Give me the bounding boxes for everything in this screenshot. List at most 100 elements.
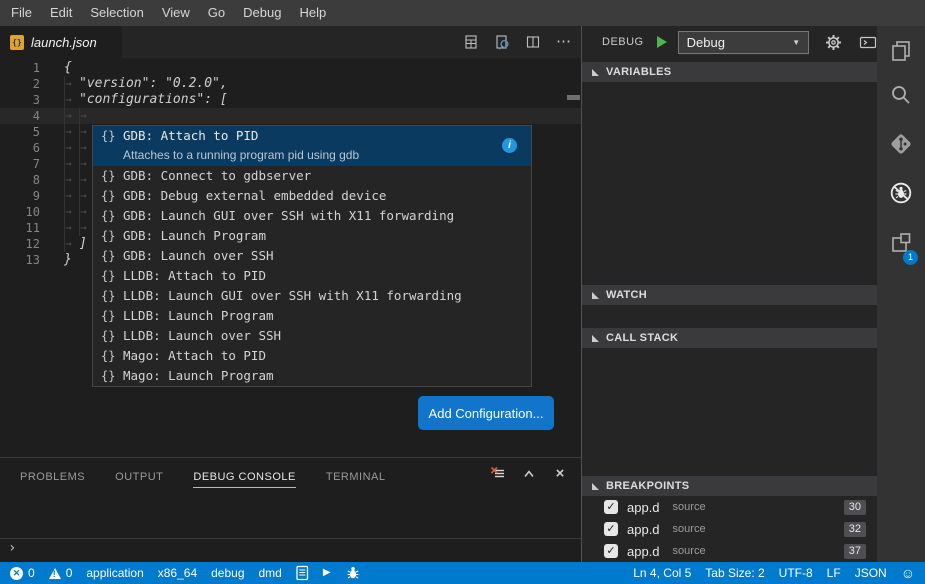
panel-tab-terminal[interactable]: TERMINAL [326,471,386,488]
code-content: →"version": "0.2.0", [64,76,228,92]
line-number[interactable]: 12 [0,236,40,252]
code-line[interactable]: 1{ [0,60,581,76]
status-item-x86_64[interactable]: x86_64 [158,566,197,580]
open-debug-console-icon[interactable] [858,32,877,52]
line-number[interactable]: 2 [0,76,40,92]
error-count[interactable]: ✕ 0 [10,566,35,580]
status-item-dmd[interactable]: dmd [259,566,282,580]
scrollbar-slider[interactable] [567,95,580,100]
menu-item-help[interactable]: Help [290,0,335,26]
suggest-item[interactable]: {}GDB: Launch Program [93,226,531,246]
run-status-icon[interactable]: ▶ [323,568,331,578]
status-item-application[interactable]: application [86,566,143,580]
panel-tab-debug-console[interactable]: DEBUG CONSOLE [193,471,295,488]
line-number[interactable]: 11 [0,220,40,236]
feedback-smiley-icon[interactable]: ☺ [901,566,915,580]
whitespace-arrow: → [64,124,79,140]
suggest-item[interactable]: {}LLDB: Launch over SSH [93,326,531,346]
code-editor[interactable]: 1{2→"version": "0.2.0",3→"configurations… [0,58,581,457]
add-configuration-button[interactable]: Add Configuration... [418,396,554,430]
breakpoint-row[interactable]: ✓app.dsource30 [582,496,877,518]
line-number[interactable]: 13 [0,252,40,268]
menu-item-debug[interactable]: Debug [234,0,290,26]
panel-tab-output[interactable]: OUTPUT [115,471,163,488]
suggest-item-selected[interactable]: {} GDB: Attach to PID Attaches to a runn… [93,126,531,166]
code-line[interactable]: 3→"configurations": [ [0,92,581,108]
code-content: } [64,252,72,268]
status-language[interactable]: JSON [855,566,887,580]
breakpoint-checkbox[interactable]: ✓ [604,544,618,558]
tab-bar: {} launch.json ⋯ [0,26,581,58]
menu-item-view[interactable]: View [153,0,199,26]
breakpoint-row[interactable]: ✓app.dsource37 [582,540,877,562]
status-line-col[interactable]: Ln 4, Col 5 [633,566,691,580]
clear-console-icon[interactable] [489,465,507,483]
line-number[interactable]: 1 [0,60,40,76]
snippet-icon: {} [93,206,123,226]
suggest-item[interactable]: {}LLDB: Launch Program [93,306,531,326]
debug-configuration-select[interactable]: Debug ▼ [678,31,810,54]
line-number[interactable]: 8 [0,172,40,188]
split-editor-icon[interactable] [522,31,544,53]
suggest-item-label: GDB: Debug external embedded device [123,186,386,206]
menu-item-selection[interactable]: Selection [81,0,152,26]
whitespace-arrow: → [64,92,79,108]
breakpoint-checkbox[interactable]: ✓ [604,522,618,536]
code-text: "version": "0.2.0", [79,76,228,92]
breakpoint-detail: source [673,545,844,557]
close-panel-icon[interactable]: × [551,465,569,483]
breakpoint-row[interactable]: ✓app.dsource32 [582,518,877,540]
suggest-item[interactable]: {}LLDB: Launch GUI over SSH with X11 for… [93,286,531,306]
code-content: →] [64,236,87,252]
breakpoint-checkbox[interactable]: ✓ [604,500,618,514]
maximize-panel-icon[interactable] [520,465,538,483]
section-header-watch[interactable]: WATCH [582,285,877,305]
menu-item-go[interactable]: Go [199,0,234,26]
line-number[interactable]: 5 [0,124,40,140]
suggest-item[interactable]: {}Mago: Launch Program [93,366,531,386]
line-number[interactable]: 7 [0,156,40,172]
open-preview-icon[interactable] [460,31,482,53]
line-number[interactable]: 6 [0,140,40,156]
start-debug-icon[interactable] [657,36,667,48]
bug-status-icon[interactable] [345,565,361,581]
info-icon[interactable]: i [502,138,517,153]
menu-item-file[interactable]: File [2,0,41,26]
debug-icon[interactable] [889,181,913,205]
debug-configuration-value: Debug [687,35,725,50]
suggest-item[interactable]: {}GDB: Launch over SSH [93,246,531,266]
document-status-icon[interactable] [296,565,309,581]
twistie-icon [592,483,599,490]
menu-item-edit[interactable]: Edit [41,0,81,26]
search-icon[interactable] [889,83,913,107]
explorer-icon[interactable] [889,39,913,63]
warning-count[interactable]: 0 [49,566,73,580]
status-eol[interactable]: LF [827,566,841,580]
tab-launch-json[interactable]: {} launch.json [0,26,122,58]
suggest-item[interactable]: {}GDB: Connect to gdbserver [93,166,531,186]
suggest-item[interactable]: {}GDB: Launch GUI over SSH with X11 forw… [93,206,531,226]
suggest-item[interactable]: {}GDB: Debug external embedded device [93,186,531,206]
section-header-variables[interactable]: VARIABLES [582,62,877,82]
status-encoding[interactable]: UTF-8 [779,566,813,580]
code-line[interactable]: 2 →"version": "0.2.0", [0,76,581,92]
section-header-breakpoints[interactable]: BREAKPOINTS [582,476,877,496]
status-tab-size[interactable]: Tab Size: 2 [705,566,764,580]
line-number[interactable]: 3 [0,92,40,108]
panel-tab-problems[interactable]: PROBLEMS [20,471,85,488]
search-in-file-icon[interactable] [491,31,513,53]
more-actions-icon[interactable]: ⋯ [553,31,575,53]
suggest-item[interactable]: {}Mago: Attach to PID [93,346,531,366]
error-icon: ✕ [10,567,23,580]
suggest-item[interactable]: {}LLDB: Attach to PID [93,266,531,286]
line-number[interactable]: 10 [0,204,40,220]
section-header-call-stack[interactable]: CALL STACK [582,328,877,348]
line-number[interactable]: 4 [0,108,40,124]
console-prompt[interactable]: › [8,540,16,556]
configure-gear-icon[interactable] [824,32,843,52]
breakpoint-detail: source [673,523,844,535]
source-control-icon[interactable] [889,132,913,156]
line-number[interactable]: 9 [0,188,40,204]
status-item-debug[interactable]: debug [211,566,244,580]
code-line[interactable]: 4→→ [0,108,581,124]
